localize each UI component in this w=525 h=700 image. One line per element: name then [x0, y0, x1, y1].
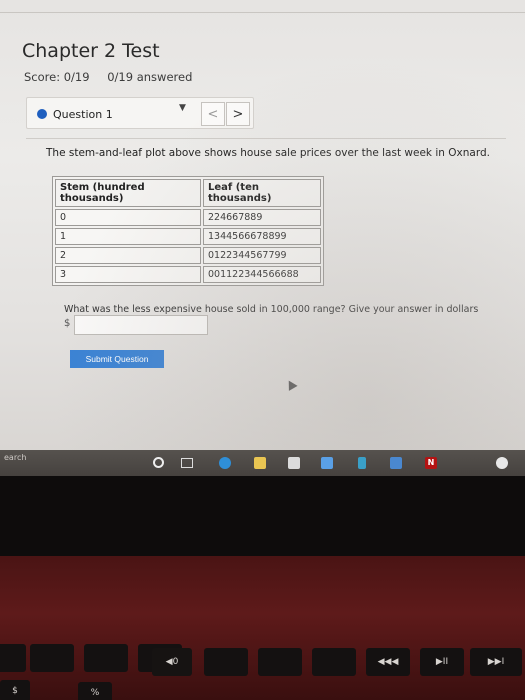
answer-prompt: What was the less expensive house sold i… [64, 304, 479, 315]
score-text: Score: 0/19 [24, 70, 90, 84]
table-row: 3 001122344566688 [55, 266, 321, 283]
keyboard-key: ▶II [420, 648, 464, 676]
stem-leaf-table: Stem (hundred thousands) Leaf (ten thous… [52, 176, 324, 286]
arrow-icon[interactable] [358, 457, 366, 469]
screen: Chapter 2 Test Score: 0/19 0/19 answered… [0, 0, 525, 450]
stem-cell: 2 [55, 247, 201, 264]
question-navigator: Question 1 ▼ < > [26, 97, 254, 129]
edge-icon[interactable] [219, 457, 231, 469]
table-row: 1 1344566678899 [55, 228, 321, 245]
section-divider [26, 138, 506, 139]
page-title: Chapter 2 Test [22, 40, 160, 62]
mouse-cursor-icon [284, 378, 298, 391]
leaf-cell: 224667889 [203, 209, 321, 226]
table-header-row: Stem (hundred thousands) Leaf (ten thous… [55, 179, 321, 207]
keyboard-key [30, 644, 74, 672]
submit-question-button[interactable]: Submit Question [70, 350, 164, 368]
netflix-icon[interactable]: N [425, 457, 437, 469]
task-view-icon[interactable] [181, 458, 193, 468]
keyboard-key [84, 644, 128, 672]
taskbar: earch N [0, 450, 525, 476]
stem-cell: 0 [55, 209, 201, 226]
leaf-column-header: Leaf (ten thousands) [203, 179, 321, 207]
answer-input[interactable] [74, 315, 208, 335]
next-question-button[interactable]: > [226, 102, 250, 126]
keyboard-key: ◀◀◀ [366, 648, 410, 676]
keyboard-key [312, 648, 356, 676]
answered-count: 0/19 answered [107, 70, 193, 84]
previous-question-button[interactable]: < [201, 102, 225, 126]
keyboard-key: ▶▶I [470, 648, 522, 676]
laptop-bezel [0, 476, 525, 556]
chrome-icon[interactable] [496, 457, 508, 469]
leaf-cell: 0122344567799 [203, 247, 321, 264]
question-select-label: Question 1 [53, 107, 113, 121]
stem-cell: 3 [55, 266, 201, 283]
leaf-cell: 001122344566688 [203, 266, 321, 283]
top-divider [0, 12, 525, 13]
keyboard-key [204, 648, 248, 676]
keyboard-key: ◀0 [152, 648, 192, 676]
keyboard-key: $ [0, 680, 30, 700]
store-icon[interactable] [288, 457, 300, 469]
table-row: 2 0122344567799 [55, 247, 321, 264]
mail-icon[interactable] [390, 457, 402, 469]
keyboard-key [0, 644, 26, 672]
question-select[interactable]: Question 1 [37, 103, 219, 125]
stem-cell: 1 [55, 228, 201, 245]
dropbox-icon[interactable] [321, 457, 333, 469]
score-line: Score: 0/19 0/19 answered [24, 70, 206, 84]
keyboard-key [258, 648, 302, 676]
taskbar-search[interactable]: earch [4, 453, 26, 462]
chevron-down-icon[interactable]: ▼ [179, 103, 186, 113]
currency-symbol: $ [64, 318, 71, 329]
question-prompt: The stem-and-leaf plot above shows house… [46, 147, 490, 159]
table-row: 0 224667889 [55, 209, 321, 226]
file-explorer-icon[interactable] [254, 457, 266, 469]
keyboard-key: % [78, 682, 112, 700]
cortana-icon[interactable] [153, 457, 164, 468]
leaf-cell: 1344566678899 [203, 228, 321, 245]
stem-column-header: Stem (hundred thousands) [55, 179, 201, 207]
question-status-dot [37, 109, 47, 119]
laptop-keyboard-deck: ◀0 ◀◀◀ ▶II ▶▶I $ % [0, 556, 525, 700]
